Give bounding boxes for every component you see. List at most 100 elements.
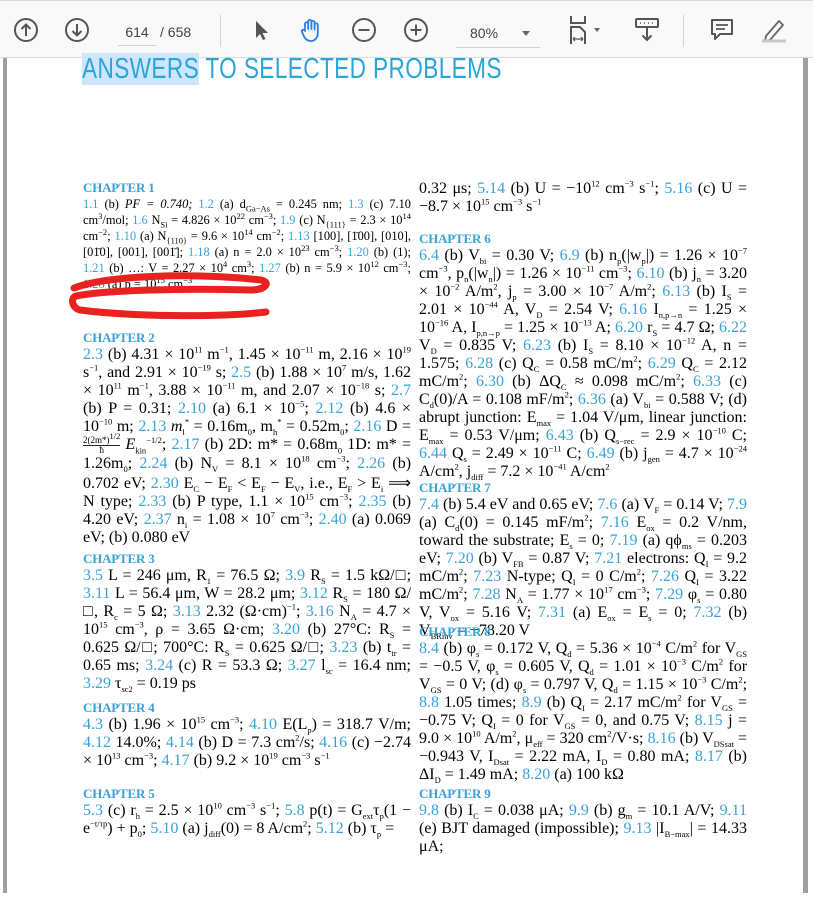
- problem-number: 6.28: [465, 355, 494, 372]
- problem-number: 1.27: [259, 261, 281, 276]
- answer-text: E: [178, 475, 194, 492]
- answer-text: = 0.038 μA;: [478, 802, 569, 819]
- problem-number: 3.24: [145, 657, 174, 674]
- answer-text: C/m: [660, 640, 693, 657]
- answer-text: = 9.6 × 10: [187, 229, 245, 244]
- problem-number: 7.6: [597, 496, 618, 513]
- problem-number: 7.4: [419, 496, 439, 513]
- problem-number: 6.16: [619, 301, 648, 318]
- answer-text: (c) N: [295, 213, 326, 228]
- answer-text: 18: [301, 453, 310, 464]
- answer-text: ox: [607, 613, 616, 624]
- answer-text: −10: [712, 425, 726, 436]
- zoom-level-dropdown[interactable]: 80%: [456, 19, 540, 48]
- answer-text: (b) I: [439, 802, 474, 819]
- answer-text: (b) φ: [439, 640, 476, 657]
- answer-text: cm: [419, 265, 439, 282]
- chapter-6-section: CHAPTER 6 6.4 (b) Vbi = 0.30 V; 6.9 (b) …: [419, 231, 747, 481]
- chapter-heading: CHAPTER 5: [83, 786, 155, 801]
- problem-number: 3.11: [83, 585, 111, 602]
- problem-number: 4.3: [83, 716, 103, 733]
- answer-text: , 1.45 × 10: [228, 346, 301, 363]
- previous-page-button[interactable]: [9, 13, 43, 47]
- answer-text: ;: [637, 355, 648, 372]
- answer-text: (a) V: [605, 391, 644, 408]
- answer-text: 1.05 times;: [439, 694, 522, 711]
- answer-text: = 5 Ω;: [117, 603, 173, 620]
- zoom-out-button[interactable]: [347, 13, 381, 47]
- chapter-answers: 2.3 (b) 4.31 × 1011 m−1, 1.45 × 10−11 m,…: [83, 345, 411, 547]
- hand-tool-button[interactable]: [294, 13, 328, 47]
- problem-number: 2.7: [391, 382, 411, 399]
- problem-number: 6.13: [662, 283, 691, 300]
- answer-text: = 8.10 × 10: [593, 337, 682, 354]
- answer-text: = 4.7 Ω;: [657, 319, 720, 336]
- answer-text: = 5.16 V;: [459, 604, 539, 621]
- problem-number: 7.16: [600, 514, 629, 531]
- answer-text: = 0.16m: [189, 418, 248, 435]
- answer-text: (b) j: [664, 265, 697, 282]
- answer-text: (b) ΔQ: [503, 373, 561, 390]
- arrow-down-circle-icon: [65, 18, 89, 42]
- answer-text: 15: [196, 714, 206, 725]
- answer-text: 10: [213, 800, 222, 811]
- answer-text: −t/τp: [90, 818, 108, 829]
- zoom-in-button[interactable]: [399, 13, 433, 47]
- answer-text: (c) Q: [493, 355, 534, 372]
- answer-text: −1: [320, 750, 330, 761]
- answer-text: = 0.19 ps: [132, 675, 197, 692]
- answer-text: 10: [472, 728, 481, 739]
- answer-text: −1/2: [146, 434, 162, 445]
- problem-number: 9.9: [568, 802, 589, 819]
- answer-text: p(t) = G: [304, 802, 363, 819]
- answer-text: cm: [120, 752, 145, 769]
- chapter-7-section: CHAPTER 7 7.4 (b) 5.4 eV and 0.65 eV; 7.…: [419, 480, 747, 640]
- answer-text: −1: [532, 196, 542, 207]
- answer-text: cm: [205, 716, 231, 733]
- problem-number: 8.17: [694, 748, 723, 765]
- problem-number: 2.17: [171, 436, 200, 454]
- fit-page-button[interactable]: [562, 13, 608, 47]
- comment-button[interactable]: [705, 13, 739, 47]
- answer-text: (b) I: [690, 283, 727, 300]
- answer-text: 22: [236, 210, 246, 221]
- next-page-button[interactable]: [60, 13, 94, 47]
- answer-text: N: [500, 586, 517, 603]
- answer-text: (b) 27°C: R: [299, 621, 390, 638]
- problem-number: 9.11: [719, 802, 748, 819]
- page-title-rest: TO SELECTED PROBLEMS: [199, 53, 502, 85]
- current-page-input[interactable]: 614: [118, 19, 156, 46]
- problem-number: 3.12: [299, 585, 328, 602]
- answer-text: = 0 C/m: [575, 568, 637, 585]
- select-tool-button[interactable]: [244, 13, 278, 47]
- answer-text: 15: [305, 491, 314, 502]
- answer-text: ;: [239, 716, 250, 733]
- answer-text: −3: [144, 750, 154, 761]
- answer-text: /mol;: [102, 213, 133, 228]
- problem-number: 4.12: [83, 734, 111, 751]
- vertical-scrollbar[interactable]: [803, 58, 808, 893]
- answer-text: n: [171, 511, 185, 528]
- problem-number: 6.4: [419, 247, 439, 264]
- answer-text: −19: [197, 362, 211, 373]
- answer-text: (a) N: [136, 229, 167, 244]
- answer-text: −4: [651, 638, 661, 649]
- answer-text: 14: [402, 210, 412, 221]
- answer-text: = 1.25 × 10: [499, 319, 579, 336]
- answer-text: = 2.3 × 10: [345, 213, 403, 228]
- answer-text: (b) 9.2 × 10: [189, 752, 270, 769]
- answer-text: (b) 5.4 eV and 0.65 eV;: [439, 496, 598, 513]
- answer-text: (b) U = −10: [505, 180, 592, 197]
- answer-text: − E: [199, 475, 228, 492]
- answer-text: L = 246 μm, R: [103, 567, 207, 584]
- chapter-answers: 1.1 (b) PF = 0.740; 1.2 (a) dGa−As = 0.2…: [83, 196, 411, 293]
- answer-text: 2.32 (Ω·cm): [200, 603, 287, 620]
- answer-text: ≈ 0.098 mC/m: [566, 373, 677, 390]
- plus-circle-icon: [404, 18, 428, 42]
- scroll-mode-button[interactable]: [630, 13, 664, 47]
- toolbar-divider: [683, 15, 684, 47]
- highlight-pen-button[interactable]: [756, 13, 790, 47]
- problem-number: 6.23: [523, 337, 552, 354]
- answer-text: −7: [604, 281, 614, 292]
- minus-circle-icon: [352, 18, 376, 42]
